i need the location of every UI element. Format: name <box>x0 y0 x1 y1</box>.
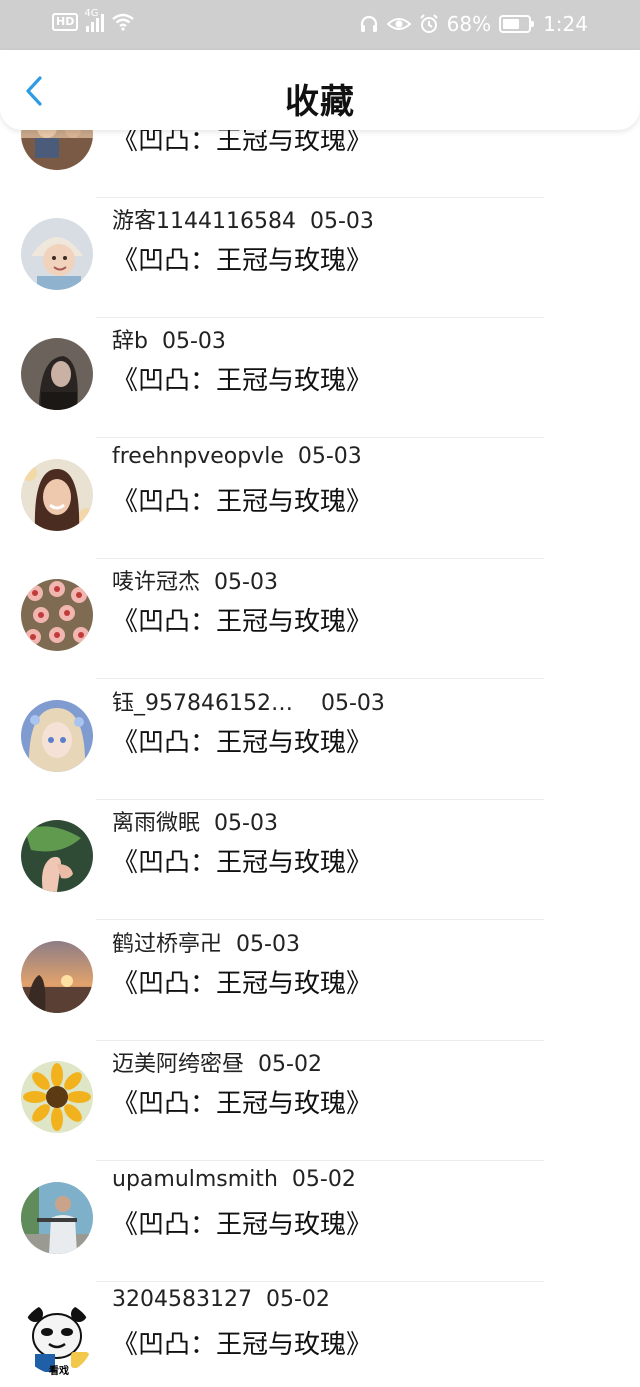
book-title: 《凹凸：王冠与玫瑰》 <box>112 366 373 396</box>
item-meta: freehnpveopvle 05-03 <box>112 444 362 469</box>
book-title: 《凹凸：王冠与玫瑰》 <box>112 607 373 637</box>
favorites-list: 《凹凸：王冠与玫瑰》 游客1144116584 05-03 《凹凸：王冠与玫瑰》 <box>0 0 640 1387</box>
item-meta: 离雨微眠 05-03 <box>112 805 278 837</box>
user-name: 离雨微眠 <box>112 811 201 836</box>
item-date: 05-02 <box>258 1052 322 1077</box>
user-name: upamulmsmith <box>112 1167 278 1192</box>
item-meta: upamulmsmith 05-02 <box>112 1167 356 1192</box>
user-name: 迈美阿绔密昼 <box>112 1052 245 1077</box>
book-title: 《凹凸：王冠与玫瑰》 <box>112 728 373 758</box>
item-meta: 唛许冠杰 05-03 <box>112 564 278 596</box>
avatar[interactable] <box>21 1182 93 1254</box>
man-outdoor-icon <box>21 1182 93 1254</box>
list-item[interactable]: 钰_957846152… 05-03 《凹凸：王冠与玫瑰》 <box>0 680 640 800</box>
user-name: freehnpveopvle <box>112 444 284 469</box>
book-title: 《凹凸：王冠与玫瑰》 <box>112 246 373 276</box>
item-meta: 游客1144116584 05-03 <box>112 203 374 235</box>
dark-portrait-icon <box>21 338 93 410</box>
list-item[interactable]: 迈美阿绔密昼 05-02 《凹凸：王冠与玫瑰》 <box>0 1041 640 1161</box>
page-title: 收藏 <box>285 82 355 122</box>
avatar[interactable] <box>21 579 93 651</box>
list-item[interactable]: 鹤过桥亭卍 05-03 《凹凸：王冠与玫瑰》 <box>0 921 640 1041</box>
anime-girl-icon <box>21 700 93 772</box>
item-date: 05-03 <box>214 811 278 836</box>
book-title: 《凹凸：王冠与玫瑰》 <box>112 1210 373 1240</box>
item-meta: 迈美阿绔密昼 05-02 <box>112 1046 322 1078</box>
flowers-icon <box>21 579 93 651</box>
divider <box>96 678 544 679</box>
list-item[interactable]: 3204583127 05-02 《凹凸：王冠与玫瑰》 看戏 <box>0 1282 640 1387</box>
item-date: 05-02 <box>265 1287 330 1312</box>
list-item[interactable]: freehnpveopvle 05-03 《凹凸：王冠与玫瑰》 <box>0 439 640 559</box>
book-title: 《凹凸：王冠与玫瑰》 <box>112 1330 373 1360</box>
book-title: 《凹凸：王冠与玫瑰》 <box>112 969 373 999</box>
nav-header: 收藏 <box>0 50 640 130</box>
list-item[interactable]: 离雨微眠 05-03 《凹凸：王冠与玫瑰》 <box>0 800 640 920</box>
divider <box>96 437 544 438</box>
list-item[interactable]: 辞b 05-03 《凹凸：王冠与玫瑰》 <box>0 318 640 438</box>
divider <box>96 1160 544 1161</box>
list-item[interactable]: 唛许冠杰 05-03 《凹凸：王冠与玫瑰》 <box>0 559 640 679</box>
item-date: 05-03 <box>309 209 374 234</box>
avatar-caption: 看戏 <box>49 1366 69 1377</box>
avatar[interactable] <box>21 941 93 1013</box>
item-date: 05-03 <box>297 444 362 469</box>
item-meta: 3204583127 05-02 <box>112 1287 330 1312</box>
item-meta: 鹤过桥亭卍 05-03 <box>112 926 300 958</box>
avatar[interactable] <box>21 1061 93 1133</box>
user-name: 鹤过桥亭卍 <box>112 932 223 957</box>
user-name: 3204583127 <box>112 1287 252 1312</box>
list-item[interactable]: 游客1144116584 05-03 《凹凸：王冠与玫瑰》 <box>0 198 640 318</box>
item-date: 05-03 <box>214 570 278 595</box>
baby-photo-icon <box>21 218 93 290</box>
avatar[interactable] <box>21 820 93 892</box>
item-date: 05-03 <box>161 329 226 354</box>
item-date: 05-03 <box>320 691 385 716</box>
book-title: 《凹凸：王冠与玫瑰》 <box>112 1089 373 1119</box>
book-title: 《凹凸：王冠与玫瑰》 <box>112 487 373 517</box>
woman-portrait-icon <box>21 459 93 531</box>
avatar[interactable] <box>21 459 93 531</box>
item-meta: 钰_957846152… 05-03 <box>112 685 385 717</box>
user-name: 游客1144116584 <box>112 209 296 234</box>
user-name: 唛许冠杰 <box>112 570 201 595</box>
sunflower-icon <box>21 1061 93 1133</box>
item-meta: 辞b 05-03 <box>112 323 226 355</box>
item-date: 05-03 <box>236 932 300 957</box>
user-name: 辞b <box>112 329 148 354</box>
book-title: 《凹凸：王冠与玫瑰》 <box>112 848 373 878</box>
avatar[interactable] <box>21 338 93 410</box>
avatar[interactable] <box>21 218 93 290</box>
user-name: 钰_957846152… <box>112 691 293 716</box>
hand-leaf-icon <box>21 820 93 892</box>
list-item[interactable]: upamulmsmith 05-02 《凹凸：王冠与玫瑰》 <box>0 1162 640 1282</box>
sunset-icon <box>21 941 93 1013</box>
avatar[interactable] <box>21 700 93 772</box>
divider <box>96 919 544 920</box>
item-date: 05-02 <box>291 1167 356 1192</box>
